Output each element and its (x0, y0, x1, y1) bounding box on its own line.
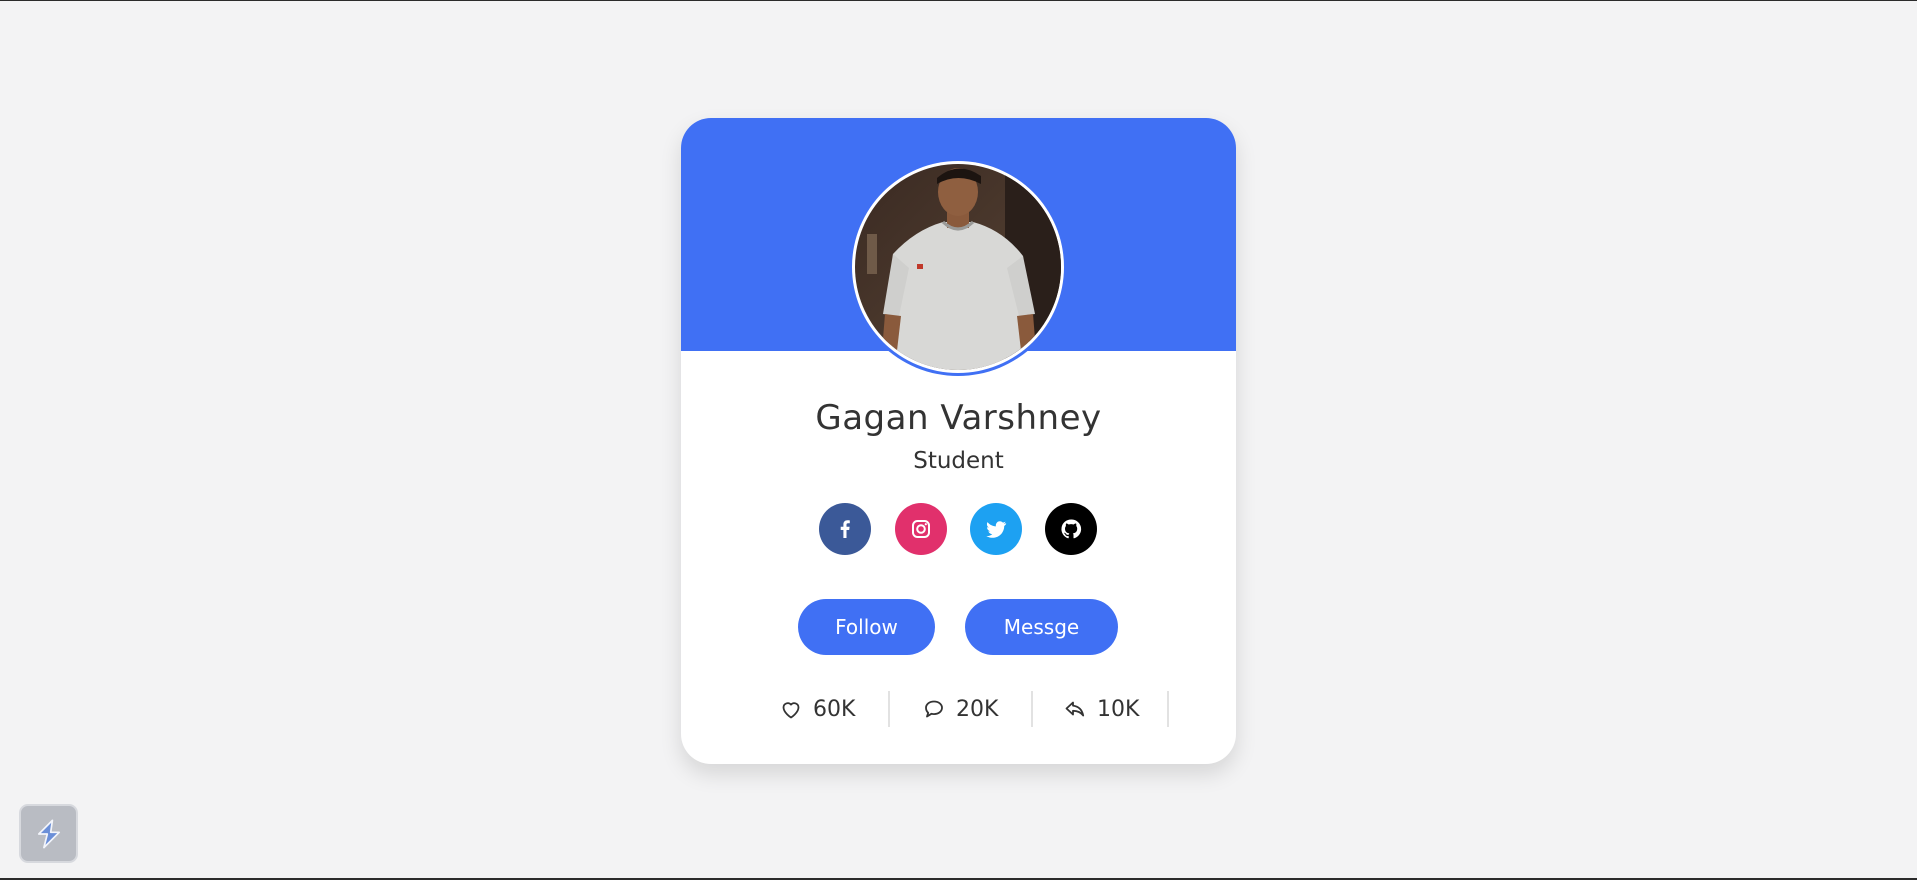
share-icon (1065, 701, 1085, 717)
github-icon (1061, 519, 1082, 539)
stats-divider (1031, 691, 1033, 727)
social-links (819, 503, 1099, 555)
profile-card: Gagan Varshney Student Follow Messge 60K… (681, 118, 1236, 764)
twitter-icon (986, 521, 1007, 538)
profile-job: Student (913, 448, 1004, 474)
page: Gagan Varshney Student Follow Messge 60K… (0, 0, 1917, 880)
follow-button[interactable]: Follow (798, 599, 935, 655)
shares-stat[interactable]: 10K (1063, 691, 1139, 727)
facebook-icon (840, 520, 850, 538)
stats-divider (888, 691, 890, 727)
lightning-logo-icon (37, 819, 60, 848)
github-link[interactable] (1045, 503, 1097, 555)
heart-icon (782, 702, 800, 719)
app-launcher-widget[interactable] (19, 804, 78, 863)
facebook-link[interactable] (819, 503, 871, 555)
likes-stat[interactable]: 60K (779, 691, 855, 727)
avatar-image (855, 164, 1061, 370)
stats-divider (1167, 691, 1169, 727)
instagram-link[interactable] (895, 503, 947, 555)
likes-count: 60K (813, 696, 856, 722)
action-buttons: Follow Messge (681, 599, 1236, 655)
comment-icon (925, 700, 943, 718)
profile-name: Gagan Varshney (815, 398, 1102, 438)
shares-count: 10K (1097, 696, 1140, 722)
twitter-link[interactable] (970, 503, 1022, 555)
stats-bar: 60K 20K 10K (681, 691, 1236, 727)
avatar-ring (849, 158, 1067, 376)
comments-stat[interactable]: 20K (922, 691, 998, 727)
message-button[interactable]: Messge (965, 599, 1118, 655)
avatar (852, 161, 1064, 373)
instagram-icon (912, 520, 930, 538)
comments-count: 20K (956, 696, 999, 722)
